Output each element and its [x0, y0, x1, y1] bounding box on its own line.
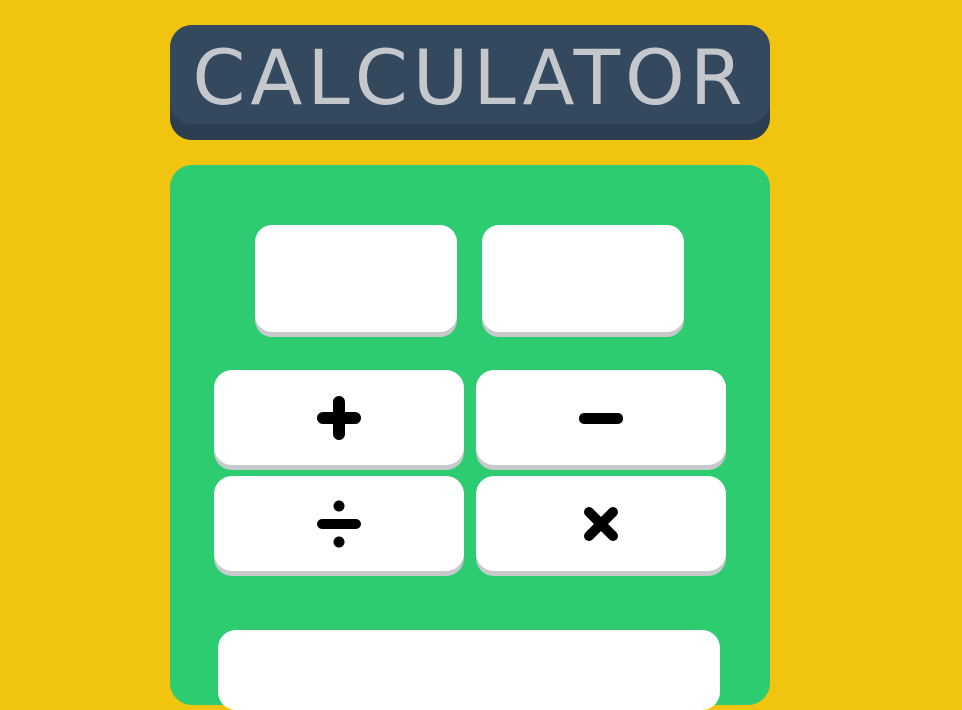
divide-icon: [317, 500, 361, 547]
minus-icon: [579, 412, 623, 424]
app-title: CALCULATOR: [192, 33, 748, 122]
result-display: [218, 630, 720, 710]
multiply-button[interactable]: [476, 476, 726, 571]
multiply-icon: [584, 506, 618, 541]
first-number-input[interactable]: [255, 225, 457, 332]
add-button[interactable]: [214, 370, 464, 465]
subtract-button[interactable]: [476, 370, 726, 465]
divide-button[interactable]: [214, 476, 464, 571]
title-bar: CALCULATOR: [170, 25, 770, 140]
plus-icon: [317, 395, 361, 440]
second-number-input[interactable]: [482, 225, 684, 332]
calculator-panel: [170, 165, 770, 710]
